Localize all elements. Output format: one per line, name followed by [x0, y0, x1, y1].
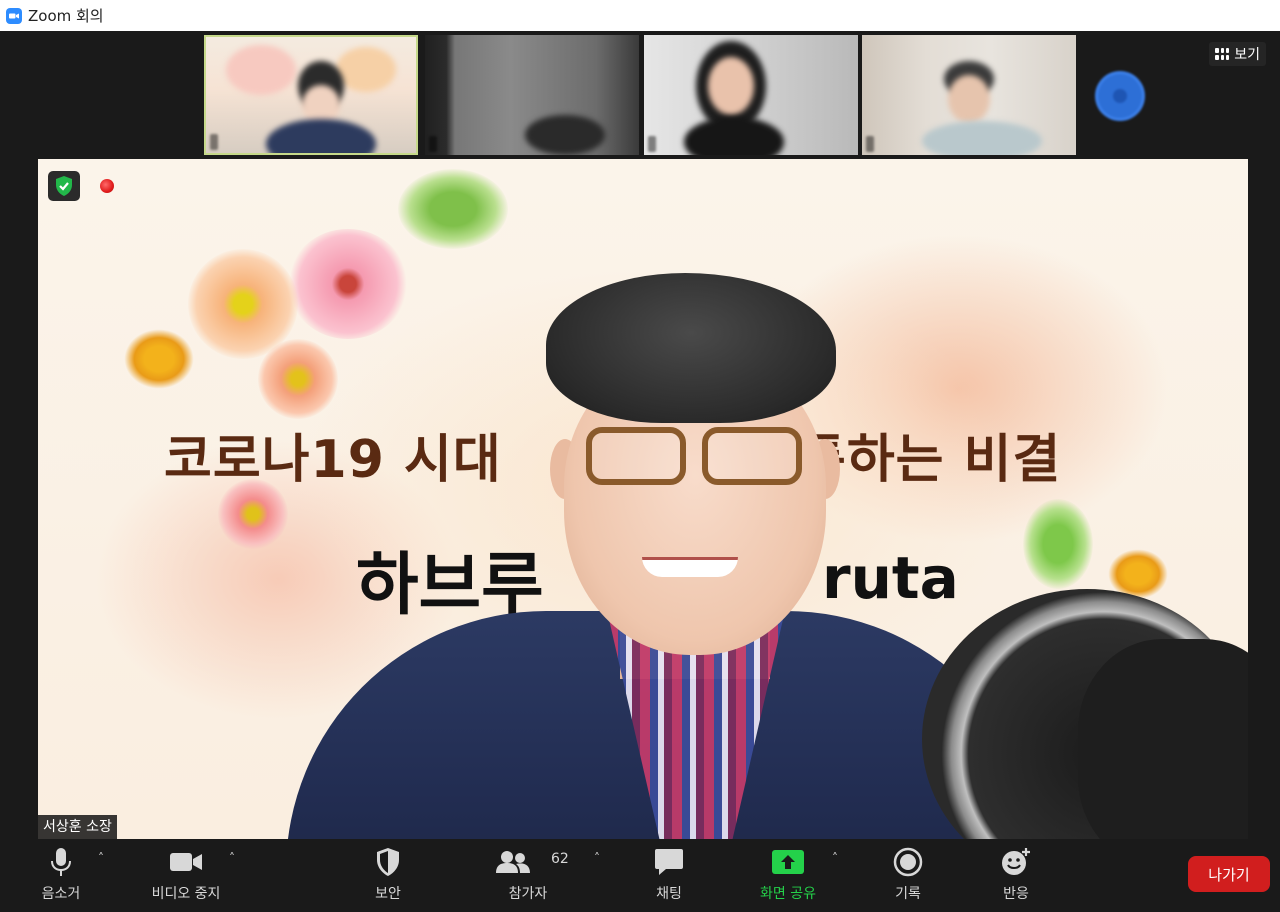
microphone-pop-filter — [1078, 639, 1248, 839]
participants-count: 62 — [551, 851, 569, 867]
security-label: 보안 — [375, 886, 401, 902]
reactions-label: 반응 — [1003, 886, 1029, 902]
view-button[interactable]: 보기 — [1209, 42, 1266, 66]
participant-name — [429, 136, 437, 152]
stop-video-button[interactable]: 비디오 중지 — [141, 845, 231, 903]
share-options-caret[interactable]: ˄ — [832, 851, 838, 865]
share-screen-icon — [772, 850, 804, 874]
view-label: 보기 — [1234, 47, 1260, 63]
chat-label: 채팅 — [656, 886, 682, 902]
participant-avatar[interactable] — [1098, 74, 1142, 118]
record-label: 기록 — [895, 886, 921, 902]
grid-view-icon — [1215, 48, 1230, 60]
share-screen-label: 화면 공유 — [760, 886, 816, 902]
microphone-icon — [51, 848, 71, 876]
participant-thumbnail[interactable] — [425, 35, 639, 155]
window-title: Zoom 회의 — [28, 7, 104, 25]
leaf-decoration — [1023, 499, 1093, 589]
smiley-add-icon — [1002, 848, 1030, 875]
gallery-strip — [0, 31, 1280, 159]
glasses-left — [586, 427, 686, 485]
mute-button[interactable]: 음소거 — [16, 845, 106, 903]
participant-thumbnail[interactable] — [862, 35, 1076, 155]
participants-options-caret[interactable]: ˄ — [594, 851, 600, 865]
reactions-button[interactable]: 반응 — [971, 845, 1061, 903]
audio-options-caret[interactable]: ˄ — [98, 851, 104, 865]
chat-button[interactable]: 채팅 — [624, 845, 714, 903]
participant-name — [866, 136, 874, 152]
participant-name — [648, 136, 656, 152]
shield-icon — [377, 848, 399, 876]
slide-title: 코로나19 시대 — [164, 430, 502, 490]
recording-indicator-icon — [100, 179, 114, 193]
speaker-name-label: 서상훈 소장 — [38, 815, 117, 839]
participant-name — [210, 134, 218, 150]
meeting-toolbar: 음소거 ˄ 비디오 중지 ˄ 보안 참가자 62 ˄ 채팅 화면 공유 ˄ 기록… — [0, 839, 1280, 912]
speaker-hair — [546, 273, 836, 423]
participants-label: 참가자 — [508, 886, 548, 902]
video-camera-icon — [170, 853, 202, 871]
leaf-decoration — [398, 169, 508, 249]
participant-thumbnail[interactable] — [204, 35, 418, 155]
chat-bubble-icon — [655, 849, 683, 875]
mute-label: 음소거 — [41, 886, 81, 902]
speaker-smile — [642, 557, 738, 577]
participant-thumbnail[interactable] — [644, 35, 858, 155]
glasses-right — [702, 427, 802, 485]
flower-decoration — [288, 229, 408, 339]
security-shield-icon[interactable] — [48, 171, 80, 201]
butterfly-decoration — [124, 329, 194, 389]
record-button[interactable]: 기록 — [863, 845, 953, 903]
video-options-caret[interactable]: ˄ — [229, 851, 235, 865]
share-screen-button[interactable]: 화면 공유 — [743, 845, 833, 903]
active-speaker-video: 코로나19 시대 통하는 비결 하브루 ruta 서상훈 소장 — [38, 159, 1248, 839]
leave-button[interactable]: 나가기 — [1188, 856, 1270, 892]
slide-subtitle-right: ruta — [822, 544, 959, 612]
participants-icon — [496, 851, 530, 873]
stop-video-label: 비디오 중지 — [151, 886, 221, 902]
flower-decoration — [258, 339, 338, 419]
window-titlebar: Zoom 회의 — [0, 0, 1280, 31]
security-button[interactable]: 보안 — [343, 845, 433, 903]
zoom-app-icon — [6, 7, 22, 24]
record-icon — [893, 847, 923, 877]
